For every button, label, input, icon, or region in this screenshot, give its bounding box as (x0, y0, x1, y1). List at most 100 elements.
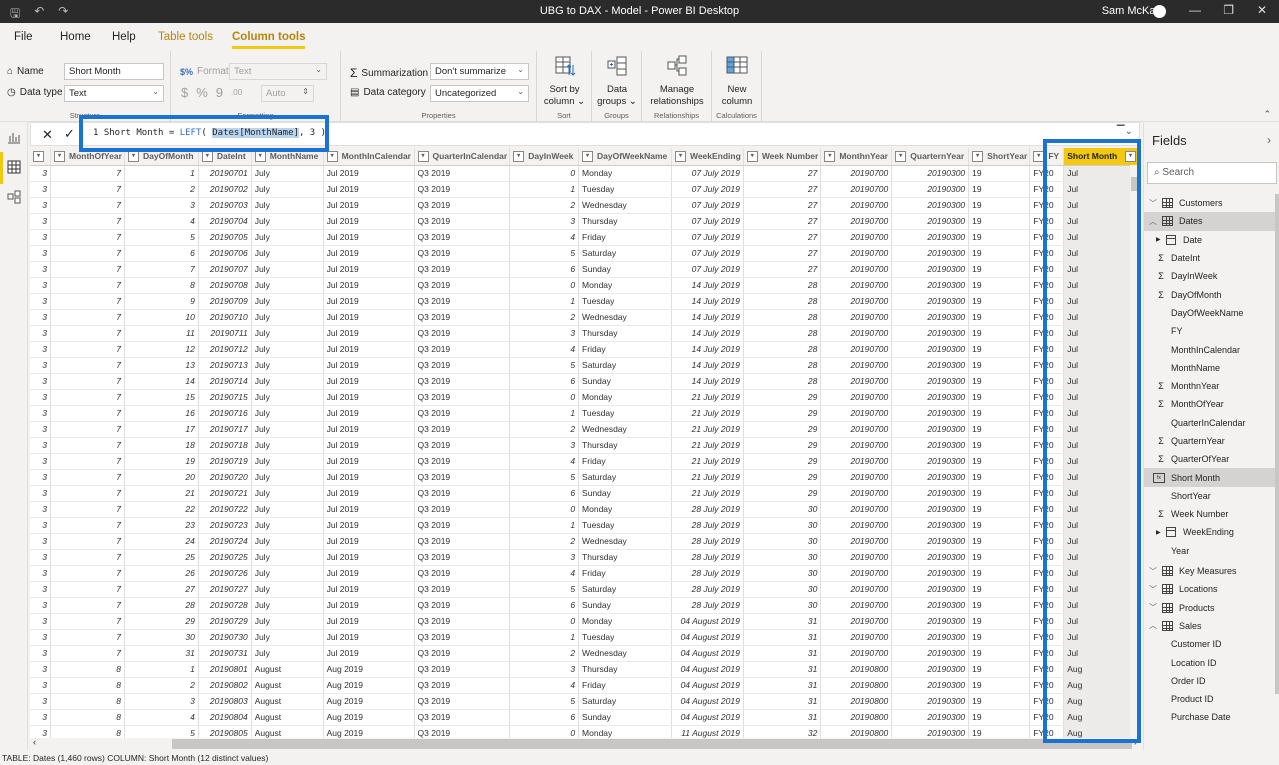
table-cell[interactable]: 31 (743, 693, 822, 710)
table-cell[interactable]: 6 (509, 485, 580, 502)
table-cell[interactable]: 17 (124, 421, 199, 438)
table-cell[interactable]: Jul (1063, 517, 1140, 534)
table-cell[interactable]: FY20 (1029, 629, 1065, 646)
table-cell[interactable]: Jul (1063, 181, 1140, 198)
table-cell[interactable]: Jul 2019 (323, 469, 415, 486)
table-cell[interactable]: 0 (509, 725, 580, 738)
table-cell[interactable]: 3 (30, 181, 51, 198)
table-cell[interactable]: 11 (124, 325, 199, 342)
table-cell[interactable]: Tuesday (578, 517, 672, 534)
table-cell[interactable]: Sunday (578, 597, 672, 614)
table-cell[interactable]: 28 (124, 597, 199, 614)
table-cell[interactable]: FY20 (1029, 325, 1065, 342)
table-cell[interactable]: 20190700 (820, 581, 893, 598)
column-filter-icon[interactable]: ▾ (895, 151, 907, 162)
column-header[interactable]: ▾ DateInt (198, 148, 252, 166)
table-cell[interactable]: 14 July 2019 (671, 325, 744, 342)
table-cell[interactable]: 20190703 (198, 197, 252, 214)
table-cell[interactable]: 0 (509, 389, 580, 406)
table-cell[interactable]: Q3 2019 (414, 469, 511, 486)
table-cell[interactable]: 21 July 2019 (671, 405, 744, 422)
table-cell[interactable]: 20190300 (891, 693, 970, 710)
column-filter-icon[interactable]: ▾ (1125, 151, 1136, 162)
table-cell[interactable]: 29 (743, 453, 822, 470)
table-cell[interactable]: Jul (1063, 261, 1140, 278)
table-cell[interactable]: 3 (30, 469, 51, 486)
table-cell[interactable]: 07 July 2019 (671, 261, 744, 278)
table-cell[interactable]: 20190724 (198, 533, 252, 550)
table-cell[interactable]: 7 (50, 261, 125, 278)
table-cell[interactable]: FY20 (1029, 389, 1065, 406)
table-cell[interactable]: 2 (509, 421, 580, 438)
table-cell[interactable]: 14 July 2019 (671, 373, 744, 390)
table-cell[interactable]: 7 (50, 229, 125, 246)
table-cell[interactable]: 3 (30, 229, 51, 246)
table-cell[interactable]: July (251, 165, 324, 182)
column-filter-icon[interactable]: ▾ (326, 151, 338, 162)
table-cell[interactable]: Thursday (578, 213, 672, 230)
column-filter-icon[interactable]: ▾ (746, 151, 758, 162)
table-cell[interactable]: FY20 (1029, 517, 1065, 534)
table-cell[interactable]: FY20 (1029, 709, 1065, 726)
table-cell[interactable]: 19 (968, 437, 1031, 454)
table-cell[interactable]: 4 (509, 565, 580, 582)
table-cell[interactable]: 21 July 2019 (671, 485, 744, 502)
table-cell[interactable]: 20190700 (820, 245, 893, 262)
table-cell[interactable]: Jul (1063, 357, 1140, 374)
table-cell[interactable]: 27 (743, 245, 822, 262)
table-cell[interactable]: 3 (30, 309, 51, 326)
table-cell[interactable]: Jul (1063, 549, 1140, 566)
field-item[interactable]: Σ MonthOfYear (1144, 395, 1277, 413)
table-cell[interactable]: 20190300 (891, 549, 970, 566)
table-cell[interactable]: 20190700 (820, 293, 893, 310)
column-filter-icon[interactable]: ▾ (417, 151, 429, 162)
table-cell[interactable]: July (251, 453, 324, 470)
column-header[interactable]: ▾ ShortYear (968, 148, 1031, 166)
table-cell[interactable]: 04 August 2019 (671, 629, 744, 646)
table-cell[interactable]: Q3 2019 (414, 581, 511, 598)
field-item[interactable]: Product ID (1144, 690, 1277, 708)
field-item[interactable]: DayOfWeekName (1144, 304, 1277, 322)
table-cell[interactable]: 8 (50, 661, 125, 678)
table-cell[interactable]: Q3 2019 (414, 389, 511, 406)
minimize-button[interactable]: — (1189, 3, 1201, 17)
table-cell[interactable]: 20190711 (198, 325, 252, 342)
table-cell[interactable]: 12 (124, 341, 199, 358)
scroll-right-icon[interactable]: › (1134, 737, 1137, 747)
table-cell[interactable]: 20190300 (891, 645, 970, 662)
field-table-item[interactable]: ︿ Sales (1144, 617, 1277, 635)
table-cell[interactable]: July (251, 501, 324, 518)
table-cell[interactable]: July (251, 421, 324, 438)
table-cell[interactable]: 3 (509, 549, 580, 566)
table-cell[interactable]: 14 July 2019 (671, 277, 744, 294)
field-item[interactable]: Customer ID (1144, 635, 1277, 653)
table-cell[interactable]: 6 (509, 373, 580, 390)
table-cell[interactable]: FY20 (1029, 261, 1065, 278)
table-cell[interactable]: 4 (509, 229, 580, 246)
table-cell[interactable]: 20190300 (891, 405, 970, 422)
table-cell[interactable]: July (251, 213, 324, 230)
sort-by-column-button[interactable]: Sort by column ⌄ (541, 55, 588, 108)
table-cell[interactable]: 20190300 (891, 453, 970, 470)
table-cell[interactable]: 7 (50, 373, 125, 390)
table-cell[interactable]: 28 (743, 309, 822, 326)
table-cell[interactable]: Q3 2019 (414, 213, 511, 230)
field-item[interactable]: MonthName (1144, 359, 1277, 377)
table-cell[interactable]: 5 (509, 693, 580, 710)
table-cell[interactable]: July (251, 181, 324, 198)
table-cell[interactable]: 20190300 (891, 245, 970, 262)
table-cell[interactable]: 20190300 (891, 597, 970, 614)
table-cell[interactable]: Wednesday (578, 533, 672, 550)
table-cell[interactable]: Jul (1063, 341, 1140, 358)
table-cell[interactable]: Jul 2019 (323, 405, 415, 422)
table-cell[interactable]: 19 (968, 501, 1031, 518)
table-cell[interactable]: Q3 2019 (414, 181, 511, 198)
table-cell[interactable]: 20190300 (891, 389, 970, 406)
table-cell[interactable]: 20190708 (198, 277, 252, 294)
table-cell[interactable]: 2 (124, 181, 199, 198)
table-cell[interactable]: FY20 (1029, 229, 1065, 246)
table-cell[interactable]: 9 (124, 293, 199, 310)
table-cell[interactable]: 20190700 (820, 613, 893, 630)
field-item[interactable]: Σ QuarternYear (1144, 432, 1277, 450)
table-cell[interactable]: 3 (30, 677, 51, 694)
